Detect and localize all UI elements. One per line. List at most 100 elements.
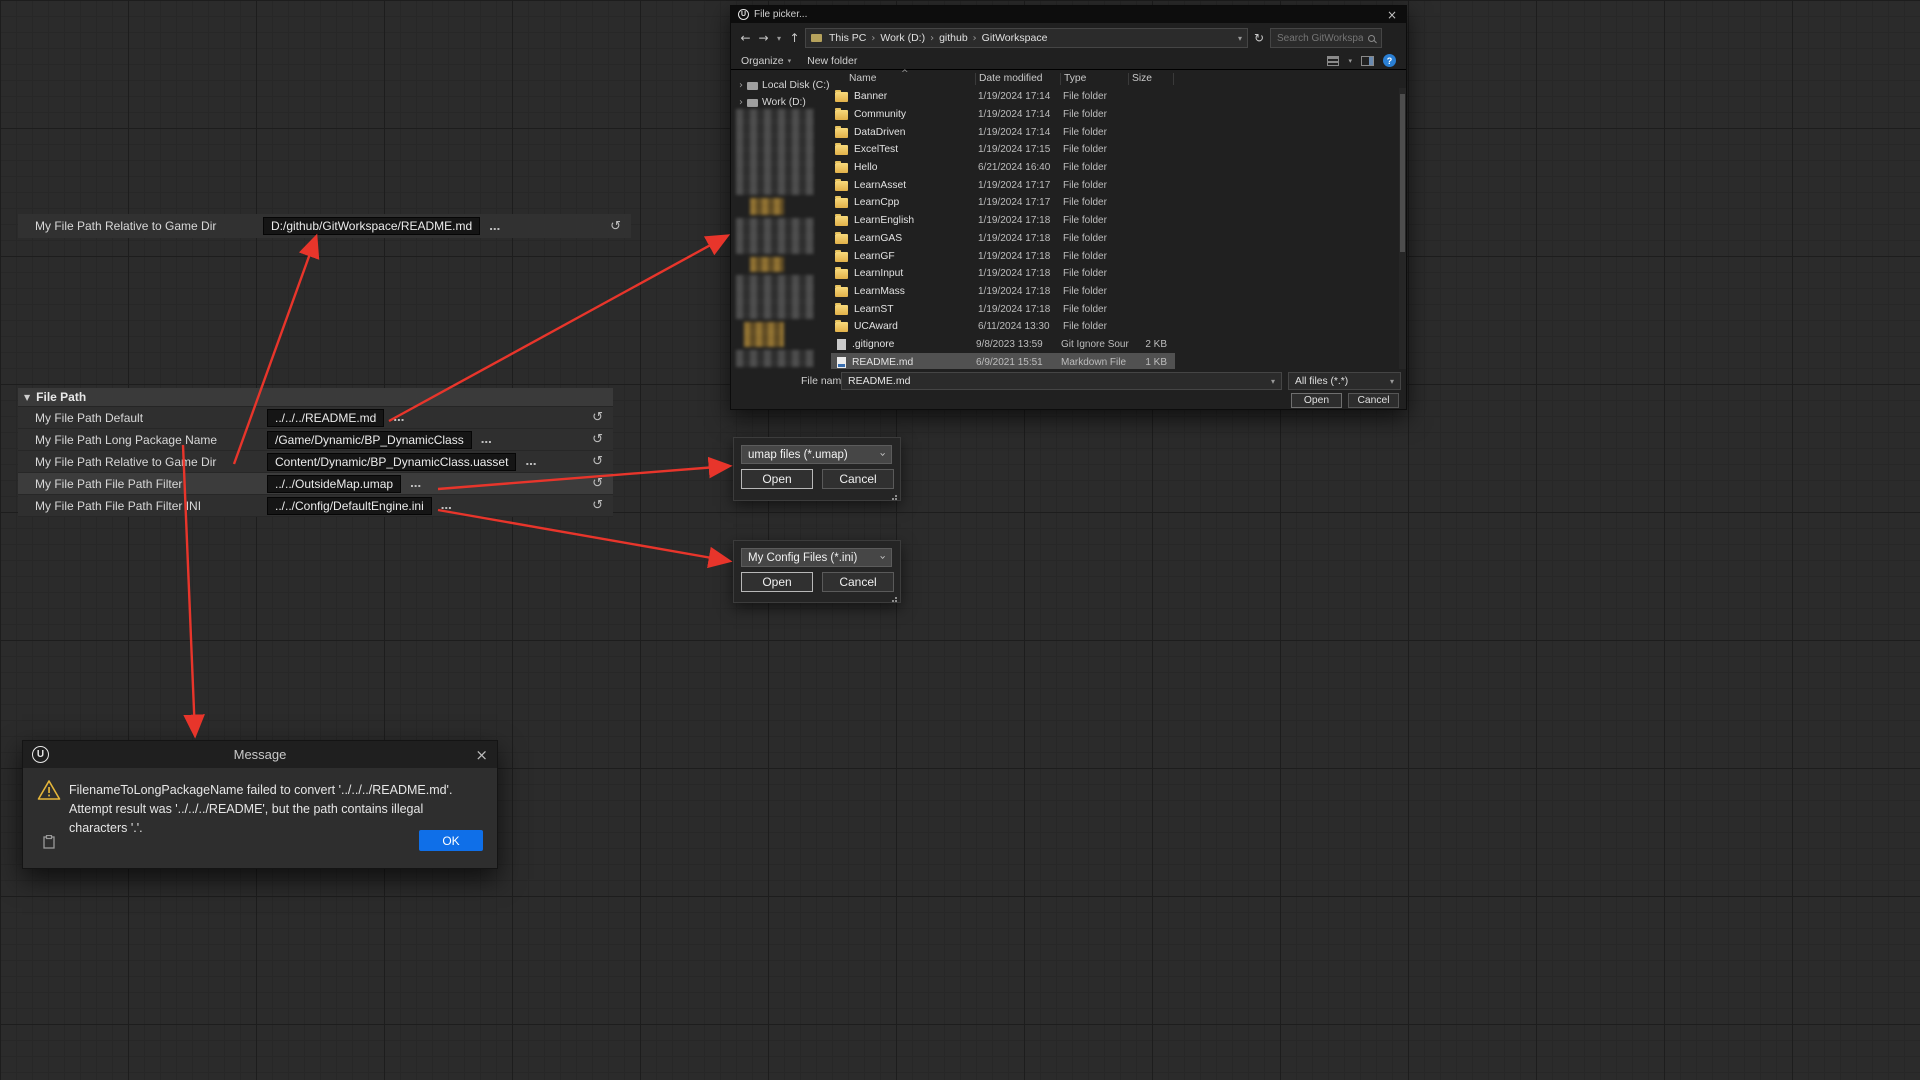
refresh-icon[interactable]: ↻ — [1251, 31, 1267, 45]
view-dropdown-icon[interactable]: ▾ — [1348, 57, 1352, 65]
ini-filter-dialog: My Config Files (*.ini) › Open Cancel — [733, 540, 901, 603]
reset-to-default-icon[interactable]: ↺ — [592, 410, 603, 425]
copy-to-clipboard-icon[interactable] — [43, 835, 55, 854]
column-header-type[interactable]: Type — [1064, 73, 1086, 84]
cancel-button[interactable]: Cancel — [1348, 393, 1399, 408]
file-row[interactable]: LearnST 1/19/2024 17:18 File folder — [831, 300, 1175, 318]
file-path-value-field[interactable]: /Game/Dynamic/BP_DynamicClass — [267, 431, 472, 449]
file-name: LearnAsset — [854, 180, 978, 191]
breadcrumb-item[interactable]: github › — [937, 32, 980, 44]
open-button[interactable]: Open — [741, 572, 813, 592]
browse-ellipsis-button[interactable]: … — [441, 499, 453, 512]
file-row[interactable]: LearnEnglish 1/19/2024 17:18 File folder — [831, 212, 1175, 230]
file-row[interactable]: LearnMass 1/19/2024 17:18 File folder — [831, 283, 1175, 301]
warning-icon — [37, 779, 61, 806]
file-row[interactable]: .gitignore 9/8/2023 13:59 Git Ignore Sou… — [831, 336, 1175, 354]
file-type-icon — [835, 216, 848, 226]
file-row[interactable]: LearnCpp 1/19/2024 17:17 File folder — [831, 194, 1175, 212]
breadcrumb-item[interactable]: Work (D:) › — [878, 32, 937, 44]
organize-button[interactable]: Organize ▾ — [741, 55, 791, 67]
column-header-size[interactable]: Size — [1132, 73, 1152, 84]
file-type: File folder — [1063, 268, 1131, 279]
file-type-dropdown[interactable]: All files (*.*) ▾ — [1288, 372, 1401, 390]
reset-to-default-icon[interactable]: ↺ — [610, 219, 621, 234]
file-path-value-field[interactable]: Content/Dynamic/BP_DynamicClass.uasset — [267, 453, 516, 471]
browse-ellipsis-button[interactable]: … — [393, 411, 405, 424]
back-icon[interactable]: ← — [738, 31, 753, 45]
browse-ellipsis-button[interactable]: … — [410, 477, 422, 490]
file-name: LearnCpp — [854, 197, 978, 208]
details-panel: ▼ File Path My File Path Default ../../.… — [18, 388, 613, 517]
resize-grip[interactable] — [895, 597, 897, 599]
file-row[interactable]: Hello 6/21/2024 16:40 File folder — [831, 159, 1175, 177]
file-path-value-field[interactable]: ../../../README.md — [267, 409, 384, 427]
breadcrumb-separator-icon: › — [970, 33, 980, 44]
scrollbar-thumb[interactable] — [1400, 94, 1405, 252]
property-row-relative-game-dir-top: My File Path Relative to Game Dir D:/git… — [18, 214, 631, 238]
recent-locations-dropdown-icon[interactable]: ▾ — [774, 34, 784, 43]
search-box — [1270, 28, 1382, 48]
file-path-value-field[interactable]: ../../OutsideMap.umap — [267, 475, 401, 493]
column-divider[interactable] — [1173, 73, 1174, 85]
open-button[interactable]: Open — [1291, 393, 1342, 408]
up-icon[interactable]: ↑ — [787, 31, 802, 45]
file-path-value-field[interactable]: D:/github/GitWorkspace/README.md — [263, 217, 480, 235]
file-row[interactable]: LearnGF 1/19/2024 17:18 File folder — [831, 247, 1175, 265]
blueprint-graph-canvas: My File Path Relative to Game Dir D:/git… — [0, 0, 1920, 1080]
column-header-date[interactable]: Date modified — [979, 73, 1043, 84]
file-row[interactable]: LearnGAS 1/19/2024 17:18 File folder — [831, 230, 1175, 248]
browse-ellipsis-button[interactable]: … — [481, 433, 493, 446]
reset-to-default-icon[interactable]: ↺ — [592, 476, 603, 491]
cancel-button[interactable]: Cancel — [822, 572, 894, 592]
file-row[interactable]: LearnInput 1/19/2024 17:18 File folder — [831, 265, 1175, 283]
file-path-value-field[interactable]: ../../Config/DefaultEngine.ini — [267, 497, 432, 515]
section-header-file-path[interactable]: ▼ File Path — [18, 388, 613, 407]
resize-grip[interactable] — [895, 495, 897, 497]
help-icon[interactable]: ? — [1383, 54, 1396, 67]
file-name: UCAward — [854, 321, 978, 332]
preview-pane-icon[interactable] — [1361, 56, 1374, 66]
forward-icon[interactable]: → — [756, 31, 771, 45]
close-icon[interactable]: × — [1385, 8, 1399, 22]
scrollbar-track[interactable] — [1399, 88, 1406, 369]
file-row[interactable]: README.md 6/9/2021 15:51 Markdown File 1… — [831, 353, 1175, 369]
file-type: File folder — [1063, 233, 1131, 244]
file-filter-dropdown[interactable]: umap files (*.umap) › — [741, 445, 892, 464]
close-icon[interactable]: × — [475, 746, 488, 764]
reset-to-default-icon[interactable]: ↺ — [592, 498, 603, 513]
column-divider[interactable] — [1128, 73, 1129, 85]
column-header-name[interactable]: Name — [849, 73, 876, 84]
column-divider[interactable] — [975, 73, 976, 85]
file-row[interactable]: ExcelTest 1/19/2024 17:15 File folder — [831, 141, 1175, 159]
search-icon — [1368, 35, 1375, 42]
chevron-down-icon[interactable]: ▾ — [1271, 377, 1275, 386]
new-folder-button[interactable]: New folder — [807, 55, 857, 67]
property-label: My File Path File Path Filter INI — [18, 499, 267, 513]
reset-to-default-icon[interactable]: ↺ — [592, 432, 603, 447]
reset-to-default-icon[interactable]: ↺ — [592, 454, 603, 469]
redacted-block — [736, 275, 814, 319]
file-type-icon — [835, 128, 848, 138]
file-row[interactable]: UCAward 6/11/2024 13:30 File folder — [831, 318, 1175, 336]
list-view-icon[interactable] — [1327, 56, 1339, 66]
search-input[interactable] — [1277, 33, 1363, 44]
breadcrumb-item[interactable]: GitWorkspace › — [980, 32, 1050, 44]
file-name-input[interactable] — [848, 375, 1248, 387]
cancel-button[interactable]: Cancel — [822, 469, 894, 489]
drive-label: Local Disk (C:) — [762, 80, 830, 91]
file-filter-dropdown[interactable]: My Config Files (*.ini) › — [741, 548, 892, 567]
open-button[interactable]: Open — [741, 469, 813, 489]
browse-ellipsis-button[interactable]: … — [489, 220, 501, 233]
tree-item-drive[interactable]: › Local Disk (C:) — [731, 77, 831, 94]
file-row[interactable]: Banner 1/19/2024 17:14 File folder — [831, 88, 1175, 106]
breadcrumb-item[interactable]: This PC › — [827, 32, 878, 44]
file-row[interactable]: Community 1/19/2024 17:14 File folder — [831, 106, 1175, 124]
file-type: File folder — [1063, 215, 1131, 226]
address-dropdown-icon[interactable]: ▾ — [1238, 34, 1242, 43]
browse-ellipsis-button[interactable]: … — [525, 455, 537, 468]
redacted-block — [736, 109, 814, 195]
file-row[interactable]: DataDriven 1/19/2024 17:14 File folder — [831, 123, 1175, 141]
ok-button[interactable]: OK — [419, 830, 483, 851]
file-row[interactable]: LearnAsset 1/19/2024 17:17 File folder — [831, 176, 1175, 194]
column-divider[interactable] — [1060, 73, 1061, 85]
